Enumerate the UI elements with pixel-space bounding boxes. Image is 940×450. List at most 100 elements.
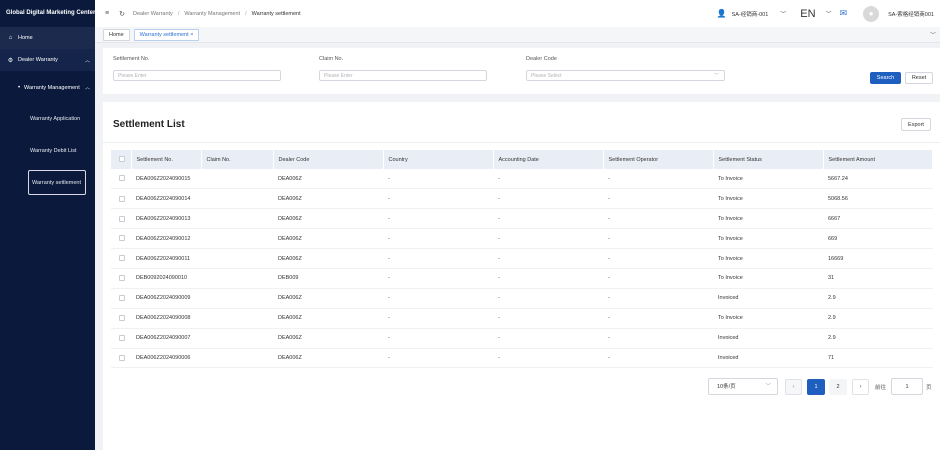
sidebar-item-label: Warranty settlement — [32, 179, 82, 186]
table-cell: DEA006Z2024090008 — [136, 315, 191, 322]
table-cell: To Invoice — [718, 235, 743, 242]
table-cell — [201, 209, 273, 229]
table-cell: DEA006Z — [278, 175, 302, 182]
select-all-checkbox[interactable] — [119, 156, 125, 163]
table-row[interactable]: DEA006Z2024090008 DEA006Z - - - To Invoice 2.9 — [111, 308, 933, 329]
gear-icon: ⚙ — [7, 57, 14, 64]
select-all-checkbox-cell — [111, 150, 132, 169]
row-checkbox[interactable] — [119, 295, 125, 302]
claim-no-input[interactable]: Please Enter — [319, 70, 487, 81]
export-button[interactable]: Export — [901, 118, 931, 131]
row-checkbox[interactable] — [119, 195, 125, 202]
sidebar-item-label: Dealer Warranty — [18, 57, 58, 63]
sidebar-item-home[interactable]: ⌂ Home — [0, 27, 95, 49]
tab-warranty-settlement[interactable]: Warranty settlement × — [133, 28, 200, 41]
table-cell: To Invoice — [718, 195, 743, 202]
settlement-no-input[interactable]: Please Enter — [113, 70, 281, 81]
table-cell: DEA006Z — [278, 235, 302, 242]
row-checkbox[interactable] — [119, 175, 125, 182]
table-row[interactable]: DEA006Z2024090011 DEA006Z - - - To Invoice 166… — [111, 249, 933, 269]
table-cell: - — [498, 295, 500, 302]
chevron-down-icon: ﹀ — [765, 384, 771, 390]
table-row[interactable]: DEB0092024090010 DEB009 - - - To Invoice 31 — [111, 268, 933, 289]
table-cell: 16669 — [828, 255, 844, 262]
table-cell: - — [608, 315, 610, 322]
chevron-down-icon[interactable]: ﹀ — [930, 30, 936, 39]
row-checkbox-cell — [111, 328, 131, 348]
page-number-1[interactable]: 1 — [807, 379, 825, 395]
field-label: Claim No. — [319, 56, 344, 62]
table-row[interactable]: DEA006Z2024090007 DEA006Z - - - Invoiced 2.9 — [111, 328, 933, 349]
avatar[interactable]: ● — [863, 5, 880, 22]
sidebar-item-dealer-warranty[interactable]: ⚙ Dealer Warranty ︿ — [0, 49, 95, 71]
table-row[interactable]: DEA006Z2024090009 DEA006Z - - - Invoiced 2.9 — [111, 288, 933, 309]
table-row[interactable]: DEA006Z2024090015 DEA006Z - - - To Invoice 566… — [111, 169, 933, 189]
table-row[interactable]: DEA006Z2024090012 DEA006Z - - - To Invoice 669 — [111, 229, 933, 249]
pagination: 10条/页 ﹀ ‹ 1 2 › 前往 1 页 — [103, 377, 940, 397]
table-cell: DEB0092024090010 — [136, 275, 188, 282]
column-header: Dealer Code — [273, 150, 384, 169]
reset-button[interactable]: Reset — [905, 72, 933, 84]
chevron-down-icon[interactable]: ﹀ — [780, 9, 786, 18]
table-cell: DEA006Z2024090006 — [136, 354, 191, 361]
table-cell: To Invoice — [718, 175, 743, 182]
language-selector[interactable]: EN — [800, 8, 815, 20]
row-checkbox[interactable] — [119, 255, 125, 262]
prev-page-button[interactable]: ‹ — [785, 379, 802, 395]
table-cell: To Invoice — [718, 215, 743, 222]
table-cell — [201, 348, 273, 368]
account-name[interactable]: SA-索格经销商001 — [888, 10, 934, 18]
row-checkbox[interactable] — [119, 275, 125, 282]
header-right: 👤 SA-经销商-001 ﹀ EN ﹀ ✉ ● SA-索格经销商001 — [717, 0, 940, 27]
dealer-code-select[interactable]: Please Select ﹀ — [526, 70, 725, 81]
row-checkbox-cell — [111, 169, 131, 189]
close-icon[interactable]: × — [190, 32, 193, 38]
row-checkbox-cell — [111, 268, 131, 288]
row-checkbox[interactable] — [119, 215, 125, 222]
chevron-down-icon[interactable]: ﹀ — [826, 9, 832, 18]
table-cell — [201, 308, 273, 328]
sidebar-item-warranty-debit-list[interactable]: Warranty Debit List — [0, 134, 95, 167]
sidebar-item-label: Warranty Application — [30, 116, 81, 122]
sidebar-item-warranty-settlement[interactable]: Warranty settlement — [28, 170, 86, 195]
breadcrumb-item[interactable]: Warranty Management — [184, 11, 240, 17]
table-cell: - — [608, 215, 610, 222]
page-number-2[interactable]: 2 — [829, 379, 847, 395]
row-checkbox[interactable] — [119, 235, 125, 242]
column-header: Country — [383, 150, 494, 169]
sidebar-item-warranty-application[interactable]: Warranty Application — [0, 104, 95, 134]
table-cell: DEA006Z2024090011 — [136, 255, 191, 262]
table-row[interactable]: DEA006Z2024090006 DEA006Z - - - Invoiced 71 — [111, 348, 933, 368]
row-checkbox[interactable] — [119, 314, 125, 321]
next-page-button[interactable]: › — [852, 379, 869, 395]
page-title: Settlement List — [113, 119, 185, 130]
table-cell: - — [388, 195, 390, 202]
page-size-select[interactable]: 10条/页 ﹀ — [708, 378, 778, 395]
column-header: Accounting Date — [493, 150, 604, 169]
column-header: Settlement Status — [713, 150, 824, 169]
dealer-selector[interactable]: SA-经销商-001 — [732, 10, 769, 18]
table-cell: - — [498, 215, 500, 222]
breadcrumb-current: Warranty settlement — [251, 10, 301, 17]
table-row[interactable]: DEA006Z2024090013 DEA006Z - - - To Invoice 666… — [111, 209, 933, 229]
menu-icon[interactable]: ≡ — [105, 10, 109, 17]
table-cell: - — [388, 235, 390, 242]
refresh-icon[interactable]: ↻ — [119, 10, 125, 18]
breadcrumb-item[interactable]: Dealer Warranty — [133, 11, 173, 17]
goto-page-input[interactable]: 1 — [891, 378, 923, 395]
table-cell: - — [388, 275, 390, 282]
table-cell: - — [608, 335, 610, 342]
table-cell: DEA006Z — [278, 354, 302, 361]
table-cell: - — [608, 255, 610, 262]
table-row[interactable]: DEA006Z2024090014 DEA006Z - - - To Invoice 506… — [111, 189, 933, 209]
search-button[interactable]: Search — [870, 72, 901, 84]
table-cell: DEA006Z — [278, 335, 302, 342]
tab-home[interactable]: Home — [103, 28, 130, 41]
row-checkbox[interactable] — [119, 354, 125, 361]
table-cell: - — [388, 335, 390, 342]
sidebar-item-warranty-management[interactable]: • Warranty Management ︿ — [0, 71, 95, 104]
table-cell: - — [498, 354, 500, 361]
row-checkbox[interactable] — [119, 334, 125, 341]
column-header: Settlement Operator — [603, 150, 714, 169]
mail-icon[interactable]: ✉ — [840, 8, 848, 19]
